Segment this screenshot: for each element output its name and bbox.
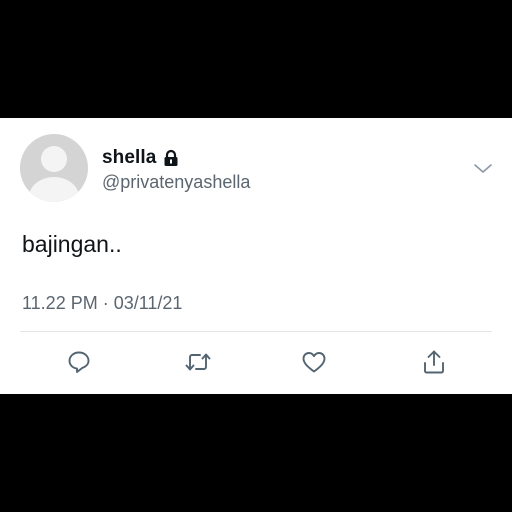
chevron-down-icon[interactable] <box>472 162 494 176</box>
retweet-button[interactable] <box>183 347 213 377</box>
reply-icon <box>66 349 92 375</box>
share-button[interactable] <box>419 347 449 377</box>
user-info: shella @privatenyashella <box>102 146 250 193</box>
tweet-text: bajingan.. <box>22 231 122 257</box>
retweet-icon <box>184 349 212 375</box>
lock-icon <box>162 149 180 167</box>
heart-icon <box>300 349 328 375</box>
tweet-card: shella @privatenyashella bajingan.. 11.2… <box>0 118 512 394</box>
avatar[interactable] <box>20 134 88 202</box>
user-handle[interactable]: @privatenyashella <box>102 172 250 193</box>
avatar-head-shape <box>41 146 67 172</box>
tweet-timestamp[interactable]: 11.22 PM · 03/11/21 <box>22 293 182 314</box>
display-name[interactable]: shella <box>102 147 156 169</box>
share-icon <box>421 348 447 376</box>
avatar-body-shape <box>29 177 79 202</box>
like-button[interactable] <box>299 347 329 377</box>
reply-button[interactable] <box>64 347 94 377</box>
display-name-row: shella <box>102 146 250 170</box>
screenshot-frame: shella @privatenyashella bajingan.. 11.2… <box>0 0 512 512</box>
divider <box>20 331 492 332</box>
